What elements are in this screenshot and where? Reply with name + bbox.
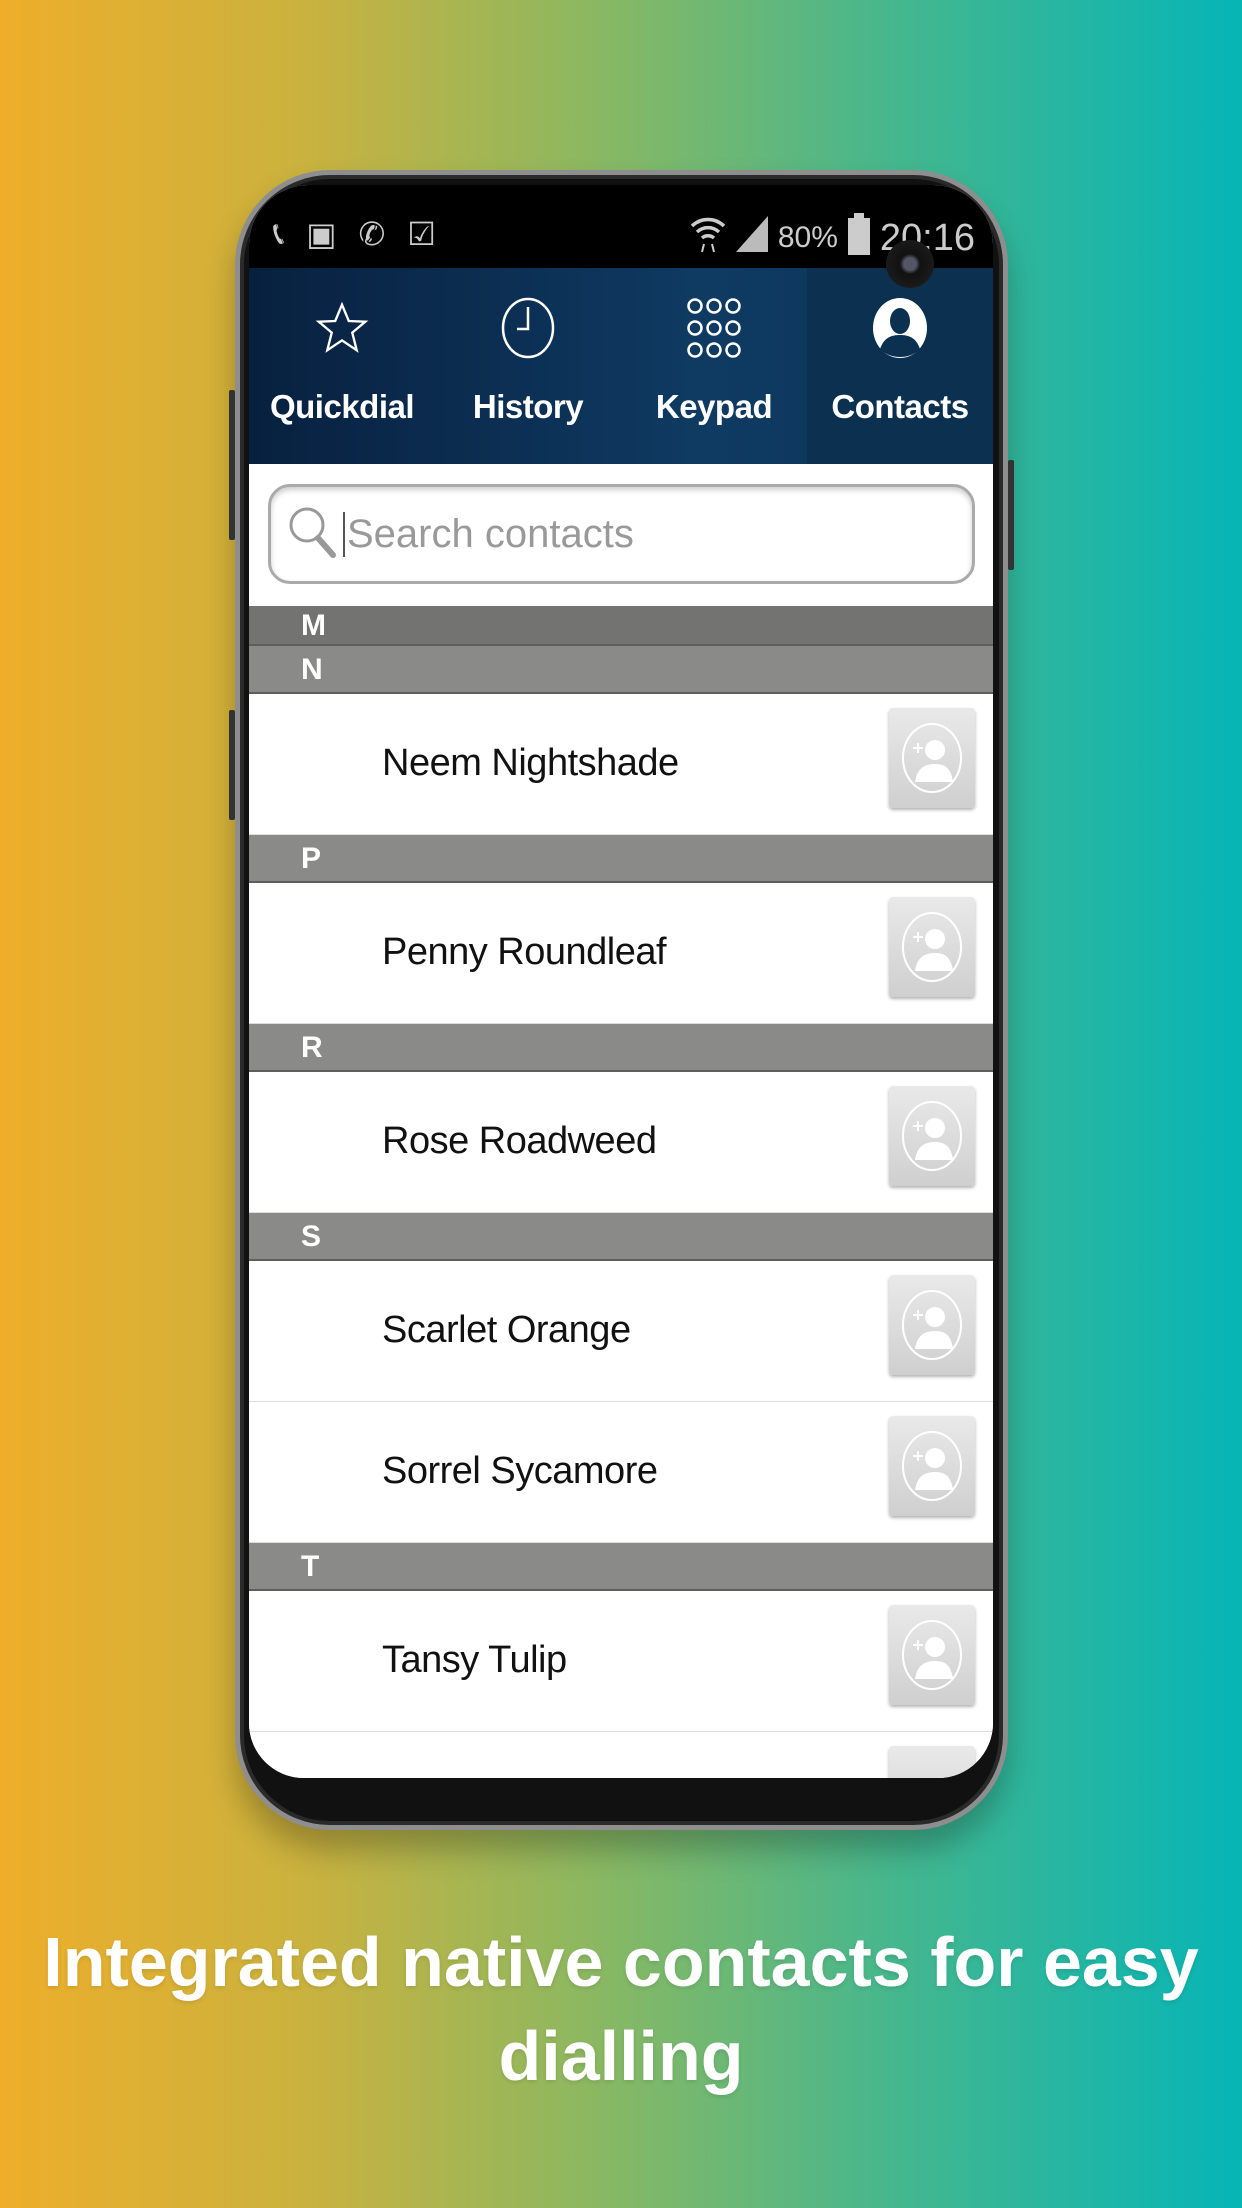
contact-row-partial[interactable] [249,1732,993,1778]
add-contact-photo-icon[interactable] [889,897,975,997]
tab-quickdial[interactable]: Quickdial [249,268,435,464]
contact-name: Neem Nightshade [382,742,679,784]
missed-call-icon: ✆ [358,216,386,252]
phone-screen: 📞︎ ▣ ✆ ☑ 80% 20:16 Quickdial History Key… [249,185,993,1778]
contact-name: Scarlet Orange [382,1309,631,1351]
add-contact-photo-icon[interactable] [889,708,975,808]
power-button [1008,460,1014,570]
add-contact-photo-icon[interactable] [889,1416,975,1516]
section-header-t: T [249,1543,993,1591]
tab-label: Quickdial [269,388,415,425]
volume-button [229,390,235,540]
star-icon [314,268,370,388]
contact-row[interactable]: Sorrel Sycamore [249,1402,993,1543]
contact-name: Tansy Tulip [382,1639,567,1681]
phone-icon: 📞︎ [273,215,285,251]
section-header-r: R [249,1024,993,1072]
search-input[interactable] [343,511,943,557]
section-header-p: P [249,835,993,883]
contact-name: Sorrel Sycamore [382,1450,658,1492]
contact-name: Rose Roadweed [382,1120,657,1162]
tab-label: Keypad [655,388,773,425]
add-contact-photo-icon[interactable] [889,1275,975,1375]
keypad-icon [686,268,742,388]
image-icon: ▣ [306,216,337,252]
status-bar: 📞︎ ▣ ✆ ☑ 80% 20:16 [249,185,993,268]
promo-caption: Integrated native contacts for easy dial… [43,1923,1199,2095]
clipboard-check-icon: ☑ [407,216,436,252]
add-contact-photo-icon[interactable] [889,1605,975,1705]
wifi-icon [690,214,726,262]
front-camera [886,240,934,288]
bixby-button [229,710,235,820]
search-bar [249,464,993,606]
tab-bar: Quickdial History Keypad Contacts [249,268,993,464]
battery-icon [847,213,870,263]
contact-list[interactable]: M N Neem Nightshade P Penny Roundleaf R … [249,606,993,1778]
contact-row[interactable]: Tansy Tulip [249,1591,993,1732]
contact-row[interactable]: Rose Roadweed [249,1072,993,1213]
clock-icon [500,268,556,388]
contact-row[interactable]: Penny Roundleaf [249,883,993,1024]
contact-row[interactable]: Scarlet Orange [249,1261,993,1402]
signal-icon [735,216,768,260]
tab-label: History [472,388,584,425]
search-field[interactable] [268,484,975,584]
tab-history[interactable]: History [435,268,621,464]
add-contact-photo-icon[interactable] [889,1086,975,1186]
add-contact-photo-icon[interactable] [889,1746,975,1778]
section-header-s: S [249,1213,993,1261]
battery-level: 80% [777,221,838,254]
section-header-m: M [249,606,993,646]
contact-row[interactable]: Neem Nightshade [249,694,993,835]
section-header-n: N [249,646,993,694]
tab-label: Contacts [831,388,969,425]
contact-name: Penny Roundleaf [382,931,667,973]
search-icon [287,505,337,564]
tab-keypad[interactable]: Keypad [621,268,807,464]
tab-contacts[interactable]: Contacts [807,268,993,464]
